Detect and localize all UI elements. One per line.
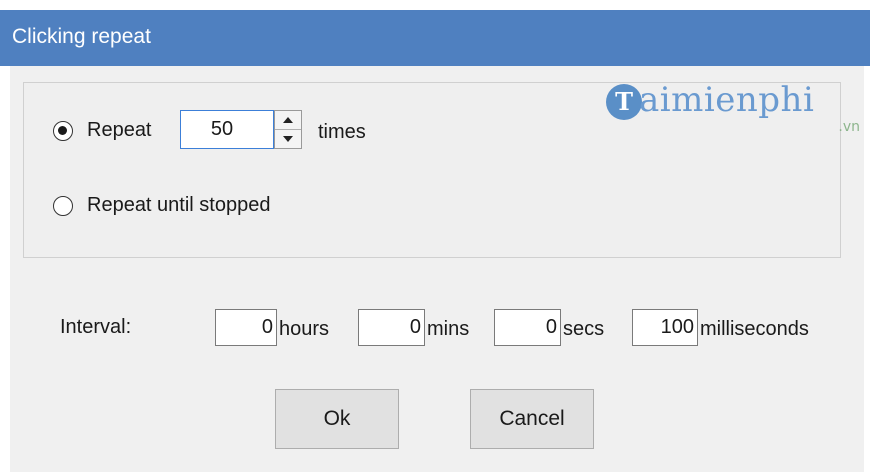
- repeat-count-input[interactable]: 50: [180, 110, 274, 149]
- repeat-count-stepper[interactable]: [274, 110, 302, 149]
- window-left-border: [0, 66, 10, 472]
- radio-selected-dot: [58, 126, 67, 135]
- milliseconds-input[interactable]: 100: [632, 309, 698, 346]
- times-label: times: [318, 121, 366, 143]
- watermark-mark-icon: T: [606, 84, 642, 120]
- milliseconds-label: milliseconds: [700, 318, 809, 340]
- radio-repeat[interactable]: [53, 121, 73, 141]
- radio-repeat-label[interactable]: Repeat: [87, 119, 152, 142]
- secs-label: secs: [563, 318, 605, 340]
- stepper-down-button[interactable]: [275, 130, 301, 148]
- interval-label: Interval:: [60, 316, 132, 338]
- mins-input[interactable]: 0: [358, 309, 425, 346]
- mins-label: mins: [427, 318, 470, 340]
- radio-repeat-until-stopped[interactable]: [53, 196, 73, 216]
- window-title: Clicking repeat: [12, 25, 151, 48]
- hours-label: hours: [279, 318, 330, 340]
- stepper-up-button[interactable]: [275, 111, 301, 130]
- watermark-sub: .vn: [838, 119, 860, 135]
- hours-input[interactable]: 0: [215, 309, 277, 346]
- dialog-window: Clicking repeat T aimienphi .vn Repeat 5…: [0, 0, 870, 472]
- cancel-button[interactable]: Cancel: [470, 389, 594, 449]
- repeat-count-value: 50: [210, 118, 234, 140]
- chevron-down-icon: [283, 136, 293, 142]
- watermark-logo: T aimienphi .vn: [606, 80, 860, 140]
- window-right-border: [864, 66, 870, 472]
- secs-input[interactable]: 0: [494, 309, 561, 346]
- chevron-up-icon: [283, 117, 293, 123]
- top-strip: [0, 0, 870, 10]
- watermark-text: aimienphi: [639, 80, 815, 120]
- radio-repeat-until-stopped-label[interactable]: Repeat until stopped: [87, 194, 270, 217]
- ok-button[interactable]: Ok: [275, 389, 399, 449]
- title-bar[interactable]: Clicking repeat: [0, 10, 870, 66]
